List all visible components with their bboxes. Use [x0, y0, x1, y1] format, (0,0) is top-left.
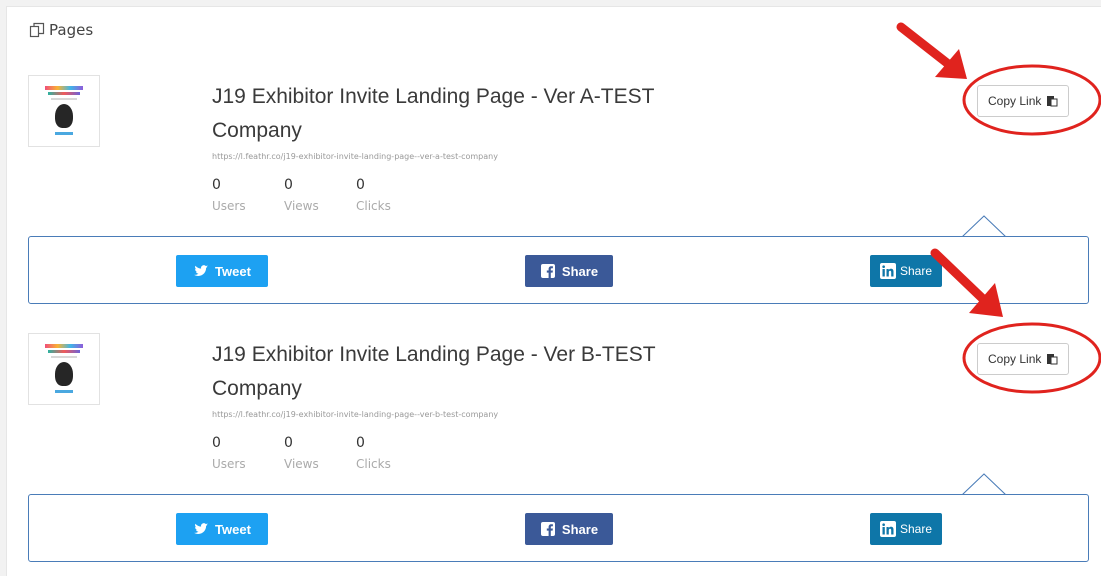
linkedin-share-button[interactable]: Share: [870, 513, 942, 545]
linkedin-icon: [879, 521, 896, 537]
stat-value: 0: [212, 435, 221, 451]
page-stats: 0 Users 0 Views 0 Clicks: [212, 177, 428, 213]
copy-link-button[interactable]: Copy Link: [977, 343, 1070, 375]
page-stats: 0 Users 0 Views 0 Clicks: [212, 435, 428, 471]
pages-panel: Pages J19 Exhibitor Invite Landing Page …: [6, 6, 1101, 576]
share-box-pointer: [962, 215, 1006, 238]
copy-link-label: Copy Link: [988, 352, 1042, 366]
page-title[interactable]: J19 Exhibitor Invite Landing Page - Ver …: [212, 80, 712, 148]
facebook-share-label: Share: [561, 521, 599, 537]
page-url: https://l.feathr.co/j19-exhibitor-invite…: [212, 152, 498, 161]
copy-link-label: Copy Link: [988, 94, 1042, 108]
stat-views: 0 Views: [284, 435, 356, 471]
twitter-icon: [194, 523, 209, 534]
stat-value: 0: [356, 435, 365, 451]
linkedin-share-label: Share: [899, 522, 933, 536]
stat-value: 0: [284, 177, 293, 193]
facebook-share-button[interactable]: Share: [525, 513, 613, 545]
stat-label: Users: [212, 457, 246, 471]
page-card: J19 Exhibitor Invite Landing Page - Ver …: [7, 248, 1101, 562]
page-card: J19 Exhibitor Invite Landing Page - Ver …: [7, 7, 1101, 304]
stat-clicks: 0 Clicks: [356, 177, 428, 213]
tweet-button[interactable]: Tweet: [176, 513, 268, 545]
stat-label: Views: [284, 199, 319, 213]
facebook-icon: [540, 522, 555, 536]
clipboard-icon: [1047, 96, 1058, 107]
annotation-arrow: [896, 22, 967, 79]
stat-clicks: 0 Clicks: [356, 435, 428, 471]
stat-value: 0: [212, 177, 221, 193]
stat-users: 0 Users: [212, 177, 284, 213]
page-thumbnail[interactable]: [28, 333, 100, 405]
share-box: Tweet Share Share: [28, 494, 1089, 562]
page-url: https://l.feathr.co/j19-exhibitor-invite…: [212, 410, 499, 419]
stat-value: 0: [284, 435, 293, 451]
page-title[interactable]: J19 Exhibitor Invite Landing Page - Ver …: [212, 338, 712, 406]
tweet-label: Tweet: [215, 521, 251, 537]
clipboard-icon: [1047, 354, 1058, 365]
copy-link-button[interactable]: Copy Link: [977, 85, 1070, 117]
stat-label: Views: [284, 457, 319, 471]
stat-label: Users: [212, 199, 246, 213]
share-box-pointer: [962, 473, 1006, 496]
stat-users: 0 Users: [212, 435, 284, 471]
stat-label: Clicks: [356, 199, 391, 213]
stat-label: Clicks: [356, 457, 391, 471]
page-thumbnail[interactable]: [28, 75, 100, 147]
stat-views: 0 Views: [284, 177, 356, 213]
stat-value: 0: [356, 177, 365, 193]
